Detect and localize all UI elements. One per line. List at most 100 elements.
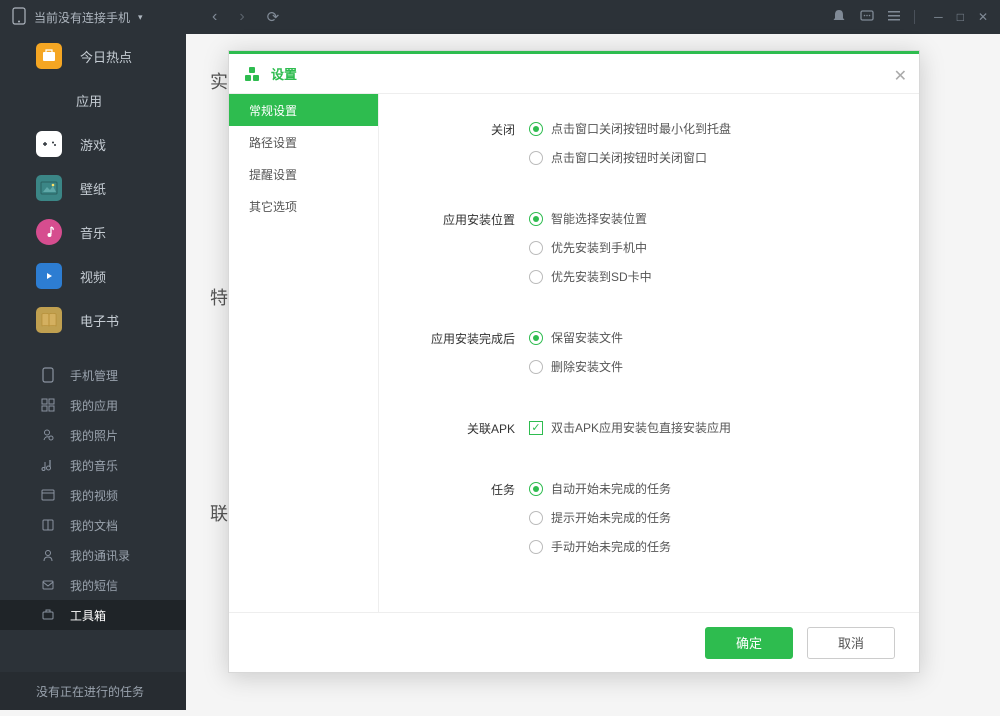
- radio-icon: [529, 360, 543, 374]
- sidebar-sub-icon: [40, 547, 56, 563]
- sidebar-item-music[interactable]: 音乐: [0, 210, 186, 254]
- after-install-option[interactable]: 保留安装文件: [529, 329, 899, 346]
- task-option[interactable]: 自动开始未完成的任务: [529, 480, 899, 497]
- sidebar-sub-item[interactable]: 我的短信: [0, 570, 186, 600]
- dialog-title: 设置: [271, 64, 297, 83]
- refresh-button[interactable]: ⟳: [267, 8, 280, 26]
- sidebar-item-label: 音乐: [80, 223, 106, 242]
- main-content: 实 特 联: [210, 60, 228, 716]
- sidebar-sub-icon: [40, 367, 56, 383]
- sidebar-item-label: 我的应用: [70, 397, 118, 414]
- ok-button[interactable]: 确定: [705, 627, 793, 659]
- close-button[interactable]: ✕: [978, 10, 988, 24]
- device-status-text: 当前没有连接手机: [34, 9, 130, 26]
- radio-icon: [529, 270, 543, 284]
- sidebar-item-game[interactable]: 游戏: [0, 122, 186, 166]
- sidebar-item-label: 我的音乐: [70, 457, 118, 474]
- sidebar-sub-icon: [40, 487, 56, 503]
- dialog-titlebar: 设置 ✕: [229, 51, 919, 93]
- sidebar-sub-item[interactable]: 我的应用: [0, 390, 186, 420]
- sidebar-sub-icon: [40, 607, 56, 623]
- window-controls: ─ □ ✕: [832, 9, 1000, 26]
- dialog-close-button[interactable]: ✕: [894, 66, 907, 86]
- group-task: 任务 自动开始未完成的任务提示开始未完成的任务手动开始未完成的任务: [399, 480, 899, 567]
- cancel-button[interactable]: 取消: [807, 627, 895, 659]
- close-option[interactable]: 点击窗口关闭按钮时关闭窗口: [529, 149, 899, 166]
- sidebar-sub-item[interactable]: 我的音乐: [0, 450, 186, 480]
- sidebar-item-label: 壁纸: [80, 179, 106, 198]
- task-footer[interactable]: 没有正在进行的任务: [0, 672, 186, 710]
- sidebar-item-label: 我的短信: [70, 577, 118, 594]
- sidebar-sub-item[interactable]: 我的文档: [0, 510, 186, 540]
- sidebar-item-label: 工具箱: [70, 607, 106, 624]
- sidebar-sub-icon: [40, 427, 56, 443]
- phone-icon: [12, 7, 26, 28]
- radio-icon: [529, 540, 543, 554]
- sidebar-sub-icon: [40, 577, 56, 593]
- sidebar: 今日热点应用游戏壁纸音乐视频电子书 手机管理我的应用我的照片我的音乐我的视频我的…: [0, 34, 186, 710]
- dialog-tab[interactable]: 常规设置: [229, 94, 378, 126]
- sidebar-sub-item[interactable]: 手机管理: [0, 360, 186, 390]
- task-option[interactable]: 提示开始未完成的任务: [529, 509, 899, 526]
- dropdown-icon: ▾: [138, 12, 143, 23]
- settings-dialog: 设置 ✕ 常规设置路径设置提醒设置其它选项 关闭 点击窗口关闭按钮时最小化到托盘…: [228, 50, 920, 673]
- app-logo-icon: [243, 65, 261, 83]
- nav-controls: ‹ › ⟳: [186, 8, 832, 26]
- sidebar-item-label: 今日热点: [80, 47, 132, 66]
- sidebar-item-label: 游戏: [80, 135, 106, 154]
- sidebar-sub-icon: [40, 457, 56, 473]
- dialog-tabs: 常规设置路径设置提醒设置其它选项: [229, 94, 379, 612]
- sidebar-item-app[interactable]: 应用: [0, 78, 186, 122]
- sidebar-item-label: 手机管理: [70, 367, 118, 384]
- menu-icon[interactable]: [888, 10, 900, 25]
- sidebar-item-label: 我的照片: [70, 427, 118, 444]
- install-loc-option[interactable]: 优先安装到手机中: [529, 239, 899, 256]
- dialog-tab[interactable]: 路径设置: [229, 126, 378, 158]
- sidebar-item-video[interactable]: 视频: [0, 254, 186, 298]
- task-option[interactable]: 手动开始未完成的任务: [529, 538, 899, 555]
- dialog-tab[interactable]: 其它选项: [229, 190, 378, 222]
- install-loc-option[interactable]: 智能选择安装位置: [529, 210, 899, 227]
- sidebar-item-label: 电子书: [80, 311, 119, 330]
- sidebar-item-label: 我的文档: [70, 517, 118, 534]
- separator: [914, 10, 920, 24]
- dialog-footer: 确定 取消: [229, 612, 919, 672]
- feedback-icon[interactable]: [860, 9, 874, 26]
- radio-icon: [529, 241, 543, 255]
- sidebar-sub-item[interactable]: 工具箱: [0, 600, 186, 630]
- group-after-install: 应用安装完成后 保留安装文件删除安装文件: [399, 329, 899, 387]
- sidebar-sub-item[interactable]: 我的照片: [0, 420, 186, 450]
- radio-icon: [529, 511, 543, 525]
- sidebar-sub-icon: [40, 517, 56, 533]
- back-button[interactable]: ‹: [212, 8, 217, 26]
- group-install-location: 应用安装位置 智能选择安装位置优先安装到手机中优先安装到SD卡中: [399, 210, 899, 297]
- sidebar-item-hot[interactable]: 今日热点: [0, 34, 186, 78]
- dialog-content: 关闭 点击窗口关闭按钮时最小化到托盘点击窗口关闭按钮时关闭窗口 应用安装位置 智…: [379, 94, 919, 612]
- sidebar-item-label: 应用: [76, 91, 102, 110]
- minimize-button[interactable]: ─: [934, 10, 943, 24]
- install-loc-option[interactable]: 优先安装到SD卡中: [529, 268, 899, 285]
- sidebar-item-label: 我的视频: [70, 487, 118, 504]
- sidebar-sub-icon: [40, 397, 56, 413]
- sidebar-item-book[interactable]: 电子书: [0, 298, 186, 342]
- maximize-button[interactable]: □: [957, 10, 964, 24]
- group-apk: 关联APK ✓ 双击APK应用安装包直接安装应用: [399, 419, 899, 448]
- radio-icon: [529, 482, 543, 496]
- forward-button[interactable]: ›: [239, 8, 244, 26]
- sidebar-item-label: 我的通讯录: [70, 547, 130, 564]
- close-option[interactable]: 点击窗口关闭按钮时最小化到托盘: [529, 120, 899, 137]
- group-close: 关闭 点击窗口关闭按钮时最小化到托盘点击窗口关闭按钮时关闭窗口: [399, 120, 899, 178]
- radio-icon: [529, 151, 543, 165]
- sidebar-item-wall[interactable]: 壁纸: [0, 166, 186, 210]
- sidebar-sub-item[interactable]: 我的通讯录: [0, 540, 186, 570]
- sidebar-item-label: 视频: [80, 267, 106, 286]
- apk-checkbox[interactable]: ✓ 双击APK应用安装包直接安装应用: [529, 419, 899, 436]
- sidebar-sub-item[interactable]: 我的视频: [0, 480, 186, 510]
- radio-icon: [529, 212, 543, 226]
- device-status[interactable]: 当前没有连接手机 ▾: [0, 7, 186, 28]
- notify-icon[interactable]: [832, 9, 846, 26]
- after-install-option[interactable]: 删除安装文件: [529, 358, 899, 375]
- dialog-tab[interactable]: 提醒设置: [229, 158, 378, 190]
- radio-icon: [529, 331, 543, 345]
- checkbox-icon: ✓: [529, 421, 543, 435]
